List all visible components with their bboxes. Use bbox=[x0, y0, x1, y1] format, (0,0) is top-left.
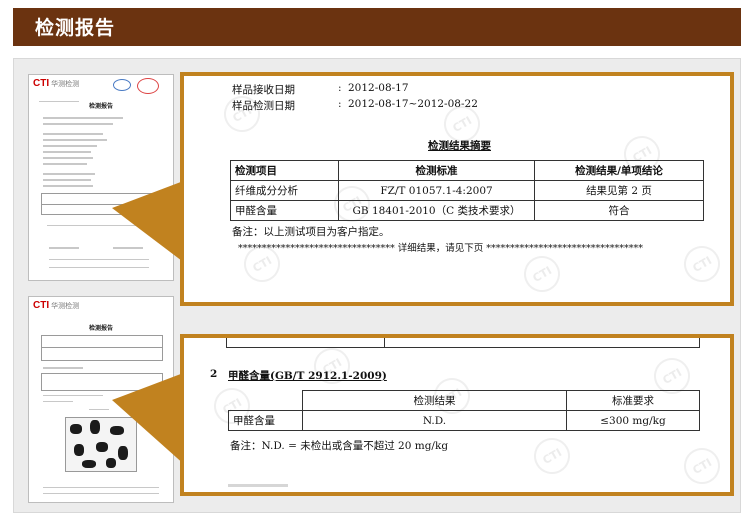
table-header-cell: 检测结果 bbox=[302, 390, 567, 411]
test-date-value: 2012-08-17~2012-08-22 bbox=[348, 98, 478, 110]
cti-logo: CTI 华测检测 bbox=[33, 300, 79, 311]
thumb-text-line bbox=[43, 185, 93, 187]
thumb-text-line bbox=[43, 493, 159, 494]
cti-watermark-icon: CTI bbox=[677, 441, 727, 491]
page-title: 检测报告 bbox=[35, 17, 116, 39]
table-row: 纤维成分分析 FZ/T 01057.1-4:2007 结果见第 2 页 bbox=[230, 180, 704, 201]
page-header: 检测报告 bbox=[13, 8, 741, 46]
thumb-text-line bbox=[47, 225, 157, 226]
summary-title: 检测结果摘要 bbox=[428, 140, 491, 152]
table-header-cell bbox=[228, 390, 303, 411]
thumb-text-line bbox=[43, 139, 107, 141]
table-header-cell: 检测标准 bbox=[338, 160, 535, 181]
table-header-cell: 检测项目 bbox=[230, 160, 339, 181]
thumb-text-line bbox=[43, 133, 103, 135]
thumb-text-line bbox=[43, 123, 113, 125]
table-cell: 结果见第 2 页 bbox=[534, 180, 704, 201]
zoom-summary-view: CTI CTI CTI CTI CTI CTI CTI 样品接收日期 : 201… bbox=[180, 72, 734, 306]
thumb-text-line bbox=[49, 267, 149, 268]
thumb-text-line bbox=[43, 395, 103, 396]
table-header-row: 检测项目 检测标准 检测结果/单项结论 bbox=[230, 160, 704, 181]
thumb-formaldehyde-table bbox=[41, 373, 163, 391]
report-thumbnail-page-2[interactable]: CTI 华测检测 检测报告 bbox=[28, 296, 174, 503]
thumb-table-divider bbox=[41, 204, 163, 205]
test-date-colon: : bbox=[338, 98, 342, 110]
table-row: 甲醛含量 N.D. ≤300 mg/kg bbox=[228, 410, 700, 431]
section-number: 2 bbox=[210, 368, 218, 380]
cti-logo-text: 华测检测 bbox=[51, 303, 80, 310]
cti-logo-mark: CTI bbox=[33, 300, 50, 311]
ilac-stamp-icon bbox=[137, 78, 159, 94]
thumb-signature bbox=[113, 247, 143, 249]
previous-table-remnant bbox=[226, 338, 700, 348]
receive-date-label: 样品接收日期 bbox=[232, 84, 295, 96]
thumb-signature bbox=[49, 247, 79, 249]
formaldehyde-note: 备注：N.D. = 未检出或含量不超过 20 mg/kg bbox=[230, 440, 449, 452]
table-cell: 甲醛含量 bbox=[230, 200, 339, 221]
thumb-text-line bbox=[43, 157, 93, 159]
cti-logo: CTI 华测检测 bbox=[33, 78, 79, 89]
formaldehyde-table: 检测结果 标准要求 甲醛含量 N.D. ≤300 mg/kg bbox=[228, 390, 700, 431]
thumb-text-line bbox=[43, 401, 73, 402]
summary-note: 备注：以上测试项目为客户指定。 bbox=[232, 226, 390, 238]
cnas-stamp-icon bbox=[113, 79, 131, 91]
thumb-text-line bbox=[43, 179, 91, 181]
receive-date-value: 2012-08-17 bbox=[348, 82, 409, 94]
cti-watermark-icon: CTI bbox=[527, 431, 577, 481]
table-header-cell: 标准要求 bbox=[566, 390, 700, 411]
cti-logo-mark: CTI bbox=[33, 78, 50, 89]
table-cell: FZ/T 01057.1-4:2007 bbox=[338, 180, 535, 201]
fabric-sample-photo bbox=[65, 417, 137, 472]
thumb-text-line bbox=[43, 487, 159, 488]
summary-table: 检测项目 检测标准 检测结果/单项结论 纤维成分分析 FZ/T 01057.1-… bbox=[230, 160, 704, 221]
thumb-table-divider bbox=[41, 347, 163, 348]
zoom-formaldehyde-view: CTI CTI CTI CTI CTI CTI 2 甲醛含量(GB/T 2912… bbox=[180, 334, 734, 496]
table-cell: ≤300 mg/kg bbox=[566, 410, 700, 431]
previous-table-divider bbox=[384, 338, 385, 348]
table-header-cell: 检测结果/单项结论 bbox=[534, 160, 704, 181]
thumb-fiber-table bbox=[41, 335, 163, 361]
cti-watermark-icon: CTI bbox=[517, 249, 567, 299]
thumb-doc-title: 检测报告 bbox=[88, 103, 113, 110]
cti-logo-text: 华测检测 bbox=[51, 81, 80, 88]
cut-off-text-line bbox=[228, 484, 288, 487]
cti-watermark-icon: CTI bbox=[677, 239, 727, 289]
thumb-text-line bbox=[43, 367, 83, 369]
table-cell: 纤维成分分析 bbox=[230, 180, 339, 201]
table-cell: GB 18401-2010（C 类技术要求） bbox=[338, 200, 535, 221]
table-cell: 符合 bbox=[534, 200, 704, 221]
report-thumbnail-page-1[interactable]: CTI 华测检测 检测报告 bbox=[28, 74, 174, 281]
thumb-text-line bbox=[43, 145, 97, 147]
thumb-text-line bbox=[43, 173, 95, 175]
test-date-label: 样品检测日期 bbox=[232, 100, 295, 112]
thumb-doc-title: 检测报告 bbox=[88, 325, 113, 332]
cti-watermark-icon: CTI bbox=[307, 341, 357, 391]
detail-divider-line: ********************************* 详细结果，请… bbox=[238, 243, 644, 254]
thumb-text-line bbox=[49, 259, 149, 260]
thumb-text-line bbox=[43, 163, 87, 165]
table-row: 甲醛含量 GB 18401-2010（C 类技术要求） 符合 bbox=[230, 200, 704, 221]
table-cell: N.D. bbox=[302, 410, 567, 431]
thumb-text-line bbox=[43, 151, 91, 153]
table-header-row: 检测结果 标准要求 bbox=[228, 390, 700, 411]
thumb-text-line bbox=[89, 409, 109, 410]
section-title: 甲醛含量(GB/T 2912.1-2009) bbox=[228, 370, 387, 382]
receive-date-colon: : bbox=[338, 82, 342, 94]
table-cell: 甲醛含量 bbox=[228, 410, 303, 431]
thumb-text-line bbox=[43, 117, 123, 119]
